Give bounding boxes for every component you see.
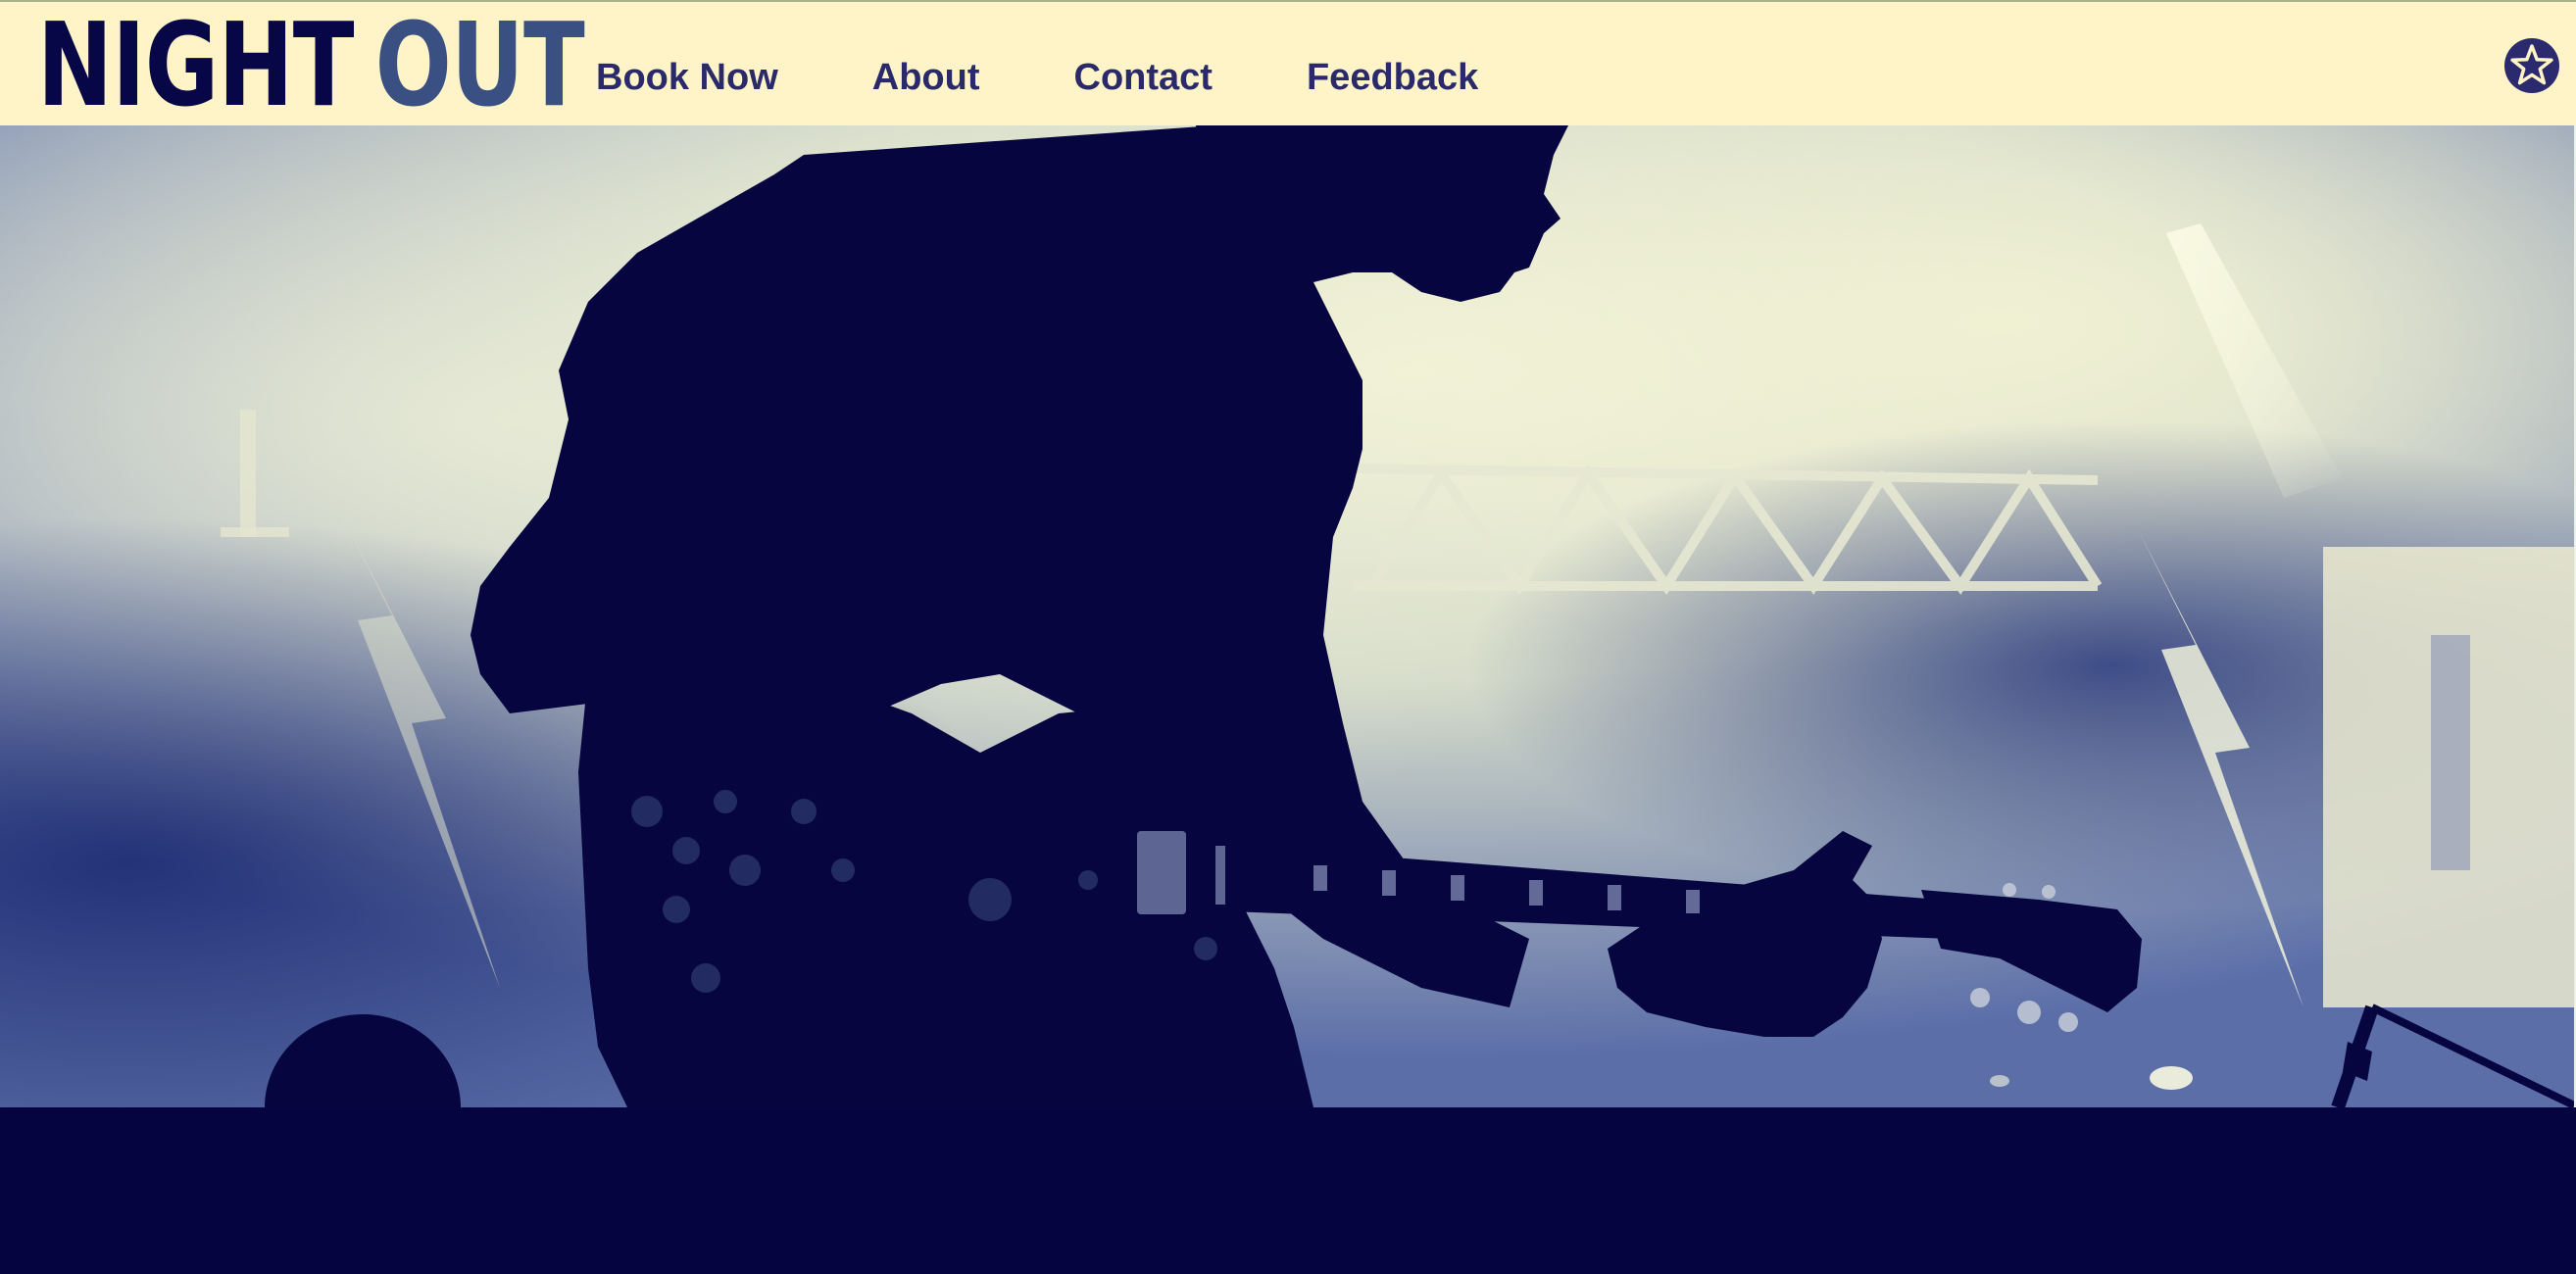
nav-book-now[interactable]: Book Now xyxy=(596,57,778,99)
page: NIGHT OUT Book Now About Contact Feedbac… xyxy=(0,0,2576,1274)
nav-feedback[interactable]: Feedback xyxy=(1307,57,1478,99)
content-section xyxy=(0,1107,2576,1274)
site-logo[interactable]: NIGHT OUT xyxy=(37,0,585,132)
star-badge-button[interactable] xyxy=(2503,37,2560,94)
site-header: NIGHT OUT Book Now About Contact Feedbac… xyxy=(0,0,2576,125)
main-nav: Book Now About Contact Feedback xyxy=(596,57,1478,99)
logo-word-night: NIGHT xyxy=(37,0,355,132)
nav-about[interactable]: About xyxy=(872,57,980,99)
star-icon xyxy=(2504,38,2559,93)
nav-contact[interactable]: Contact xyxy=(1074,57,1213,99)
concert-guitarist-photo xyxy=(0,125,2574,1107)
logo-word-out: OUT xyxy=(374,0,585,132)
hero-image xyxy=(0,125,2574,1107)
